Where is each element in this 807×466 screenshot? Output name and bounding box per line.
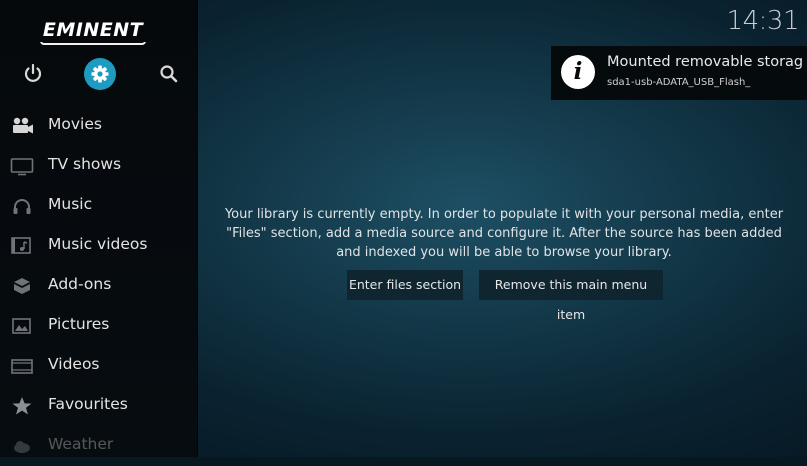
headphones-icon <box>10 196 34 216</box>
film-icon <box>10 356 34 376</box>
message-line: Your library is currently empty. In orde… <box>224 207 784 222</box>
remove-menu-item-button[interactable]: Remove this main menu item <box>479 270 663 322</box>
action-buttons: Enter files section Remove this main men… <box>0 270 807 322</box>
search-icon[interactable] <box>151 56 187 92</box>
sidebar-item-label: Music <box>48 195 93 213</box>
power-icon[interactable] <box>15 56 51 92</box>
sidebar-item-videos[interactable]: Videos <box>0 346 197 386</box>
info-icon: i <box>561 55 595 89</box>
pictures-icon <box>10 316 34 336</box>
clock: 14:31 <box>726 6 800 36</box>
music-video-icon <box>10 236 34 256</box>
tv-icon <box>10 156 34 176</box>
sidebar-item-pictures[interactable]: Pictures <box>0 306 197 346</box>
gear-icon[interactable] <box>82 56 118 92</box>
eminent-logo: EMINENT <box>38 14 148 46</box>
enter-files-section-button[interactable]: Enter files section <box>347 270 463 300</box>
sidebar-item-label: Music videos <box>48 235 148 253</box>
sidebar-item-label: Videos <box>48 355 100 373</box>
sidebar-item-favourites[interactable]: Favourites <box>0 386 197 426</box>
message-line: and indexed you will be able to browse y… <box>336 245 672 260</box>
logo-text: EMINENT <box>38 19 148 41</box>
top-icon-bar <box>0 56 197 92</box>
sidebar: EMINENT Movies TV shows Music Music vide… <box>0 0 198 457</box>
sidebar-item-music[interactable]: Music <box>0 186 197 226</box>
empty-library-message: Your library is currently empty. In orde… <box>215 205 793 262</box>
movies-icon <box>10 116 34 136</box>
sidebar-item-label: Favourites <box>48 395 128 413</box>
sidebar-item-tv-shows[interactable]: TV shows <box>0 146 197 186</box>
sidebar-item-label: Pictures <box>48 315 110 333</box>
sidebar-item-label: TV shows <box>48 155 122 173</box>
notification-subtitle: sda1-usb-ADATA_USB_Flash_ <box>607 77 751 88</box>
sidebar-item-music-videos[interactable]: Music videos <box>0 226 197 266</box>
sidebar-item-label: Weather <box>48 435 114 453</box>
star-icon <box>10 396 34 416</box>
notification-title: Mounted removable storag <box>607 54 803 70</box>
sidebar-item-label: Movies <box>48 115 102 133</box>
message-line: "Files" section, add a media source and … <box>226 226 782 241</box>
sidebar-item-movies[interactable]: Movies <box>0 106 197 146</box>
sidebar-item-weather[interactable]: Weather <box>0 426 197 466</box>
weather-icon <box>10 436 34 456</box>
notification-toast: i Mounted removable storag sda1-usb-ADAT… <box>551 46 807 100</box>
